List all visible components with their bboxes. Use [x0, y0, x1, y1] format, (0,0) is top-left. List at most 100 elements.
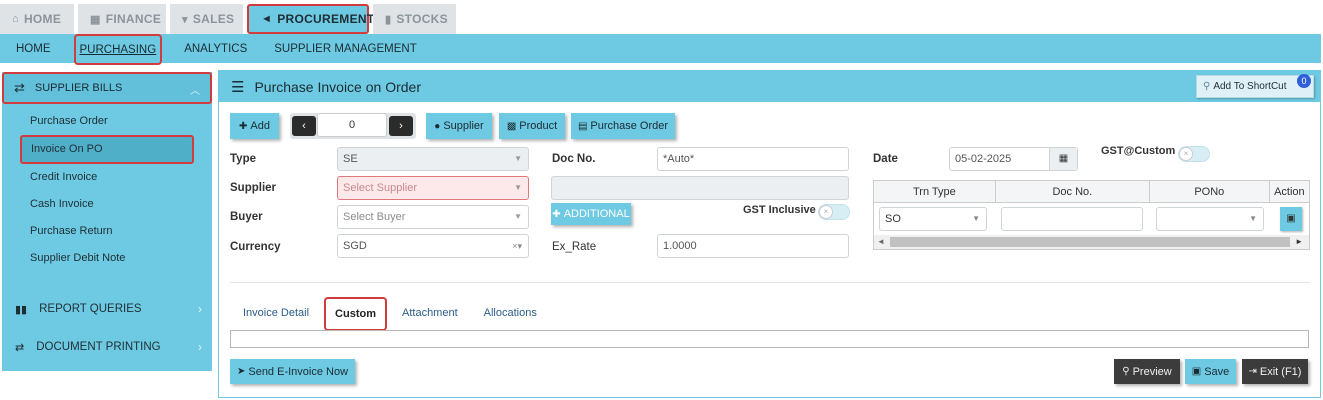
panel-header: ☰ Purchase Invoice on Order ⚲ Add To Sho… [219, 71, 1320, 102]
subnav-purchasing[interactable]: PURCHASING [73, 34, 163, 65]
sidebar-section-document-printing[interactable]: ⇄ DOCUMENT PRINTING › [2, 328, 212, 366]
page-title: Purchase Invoice on Order [254, 78, 421, 95]
exit-button[interactable]: ⇥ Exit (F1) [1242, 359, 1308, 384]
add-to-shortcut-button[interactable]: ⚲ Add To ShortCut 0 [1196, 74, 1314, 98]
ex-rate-input[interactable]: 1.0000 [657, 234, 849, 258]
exit-icon: ⇥ [1248, 366, 1257, 377]
po-grid: Trn Type Doc No. PONo Action SO ▼ ▼ ▣ ◄ ► [873, 180, 1310, 250]
close-icon: × [1179, 147, 1193, 161]
send-icon: ➤ [236, 366, 246, 377]
pono-select[interactable]: ▼ [1156, 207, 1264, 231]
currency-select[interactable]: SGD ×▾ [337, 234, 529, 258]
save-icon: ▣ [1191, 366, 1202, 377]
gst-custom-label: GST@Custom [1101, 145, 1176, 157]
grid-horizontal-scrollbar[interactable]: ◄ ► [874, 235, 1309, 249]
tab-allocations[interactable]: Allocations [471, 298, 550, 328]
close-icon: × [819, 205, 833, 219]
user-icon: ● [434, 120, 441, 132]
col-pono[interactable]: PONo [1150, 181, 1270, 202]
calendar-icon[interactable]: ▦ [1049, 148, 1077, 170]
supplier-button[interactable]: ● Supplier [426, 113, 492, 139]
product-button[interactable]: ▩ Product [499, 113, 565, 139]
preview-button[interactable]: ⚲ Preview [1114, 359, 1180, 384]
sidebar-item-invoice-on-po[interactable]: Invoice On PO [20, 135, 194, 164]
top-tab-home[interactable]: ⌂ HOME [0, 4, 74, 34]
doc-no-label: Doc No. [552, 153, 596, 165]
supplier-label: Supplier [230, 182, 277, 194]
chevron-right-icon: › [198, 302, 202, 316]
sidebar-item-purchase-order[interactable]: Purchase Order [2, 108, 212, 135]
tab-custom[interactable]: Custom [324, 297, 387, 331]
menu-icon[interactable]: ☰ [231, 78, 244, 96]
doc-no-input[interactable]: *Auto* [657, 147, 849, 171]
gst-inclusive-label: GST Inclusive [743, 204, 816, 216]
grid-header: Trn Type Doc No. PONo Action [874, 181, 1309, 203]
sub-nav: HOME PURCHASING ANALYTICS SUPPLIER MANAG… [0, 34, 1321, 65]
col-trn-type[interactable]: Trn Type [874, 181, 996, 202]
top-tab-procurement[interactable]: ◄ PROCUREMENT [247, 4, 374, 34]
gst-inclusive-toggle[interactable]: × [818, 204, 850, 220]
scroll-left-icon[interactable]: ◄ [877, 235, 885, 249]
type-select[interactable]: SE ▼ [337, 147, 529, 171]
gift-icon: ▩ [506, 120, 517, 132]
gst-custom-toggle[interactable]: × [1178, 146, 1210, 162]
chevron-right-icon: › [399, 120, 403, 132]
bar-chart-icon: ▮ [385, 13, 392, 26]
top-tab-stocks[interactable]: ▮ STOCKS [373, 4, 456, 34]
chevron-left-icon: ‹ [302, 120, 306, 132]
document-icon: ▤ [577, 120, 588, 132]
col-doc-no[interactable]: Doc No. [996, 181, 1150, 202]
sidebar-header-supplier-bills[interactable]: ⇄ SUPPLIER BILLS ︿ [2, 72, 212, 104]
tab-attachment[interactable]: Attachment [389, 298, 471, 328]
type-label: Type [230, 153, 256, 165]
megaphone-icon: ◄ [261, 13, 273, 25]
search-icon: ⚲ [1122, 366, 1130, 377]
subnav-supplier-management[interactable]: SUPPLIER MANAGEMENT [260, 34, 430, 63]
next-record-button[interactable]: › [389, 116, 413, 136]
date-input[interactable]: 05-02-2025 ▦ [949, 147, 1078, 171]
additional-button[interactable]: ✚ ADDITIONAL [551, 203, 631, 225]
purchase-order-button[interactable]: ▤ Purchase Order [571, 113, 675, 139]
save-button[interactable]: ▣ Save [1185, 359, 1236, 384]
top-tab-finance[interactable]: ▦ FINANCE [78, 4, 166, 34]
add-button[interactable]: ✚ Add [230, 113, 279, 139]
plus-icon: ✚ [239, 120, 248, 132]
save-icon[interactable]: ▣ [1280, 207, 1302, 231]
shortcut-count-badge: 0 [1297, 74, 1311, 88]
bar-chart-icon: ▮▮ [15, 303, 28, 316]
caret-down-icon: ▼ [972, 214, 980, 223]
clear-caret-icon[interactable]: ×▾ [512, 235, 522, 257]
detail-tabs: Invoice Detail Custom Attachment Allocat… [230, 297, 550, 331]
prev-record-button[interactable]: ‹ [292, 116, 316, 136]
caret-down-icon: ▼ [1249, 214, 1257, 223]
ex-rate-label: Ex_Rate [552, 241, 597, 253]
send-e-invoice-button[interactable]: ➤ Send E-Invoice Now [230, 359, 355, 384]
tab-invoice-detail[interactable]: Invoice Detail [230, 298, 322, 328]
currency-label: Currency [230, 241, 281, 253]
cart-icon: ▾ [182, 13, 188, 26]
sidebar-item-purchase-return[interactable]: Purchase Return [2, 218, 212, 245]
subnav-analytics[interactable]: ANALYTICS [162, 34, 260, 63]
sidebar-item-supplier-debit-note[interactable]: Supplier Debit Note [2, 245, 212, 272]
caret-down-icon: ▼ [514, 212, 522, 221]
transfer-icon: ⇄ [14, 80, 25, 95]
scroll-thumb[interactable] [890, 237, 1290, 247]
subnav-home[interactable]: HOME [0, 34, 64, 63]
supplier-select[interactable]: Select Supplier ▼ [337, 176, 529, 200]
bank-icon: ▦ [90, 13, 101, 26]
sidebar-item-cash-invoice[interactable]: Cash Invoice [2, 191, 212, 218]
grid-doc-no-input[interactable] [1001, 207, 1143, 231]
scroll-right-icon[interactable]: ► [1295, 235, 1303, 249]
trn-type-select[interactable]: SO ▼ [879, 207, 987, 231]
sidebar-section-report-queries[interactable]: ▮▮ REPORT QUERIES › [2, 290, 212, 328]
supplier-name-display [551, 176, 849, 200]
record-number-input[interactable]: 0 [317, 113, 387, 137]
table-row: SO ▼ ▼ ▣ [874, 203, 1309, 235]
buyer-select[interactable]: Select Buyer ▼ [337, 205, 529, 229]
sidebar: ⇄ SUPPLIER BILLS ︿ Purchase Order Invoic… [2, 72, 212, 371]
plus-icon: ✚ [552, 208, 561, 220]
buyer-label: Buyer [230, 211, 263, 223]
chevron-up-icon: ︿ [190, 86, 200, 97]
sidebar-item-credit-invoice[interactable]: Credit Invoice [2, 164, 212, 191]
top-tab-sales[interactable]: ▾ SALES [170, 4, 243, 34]
